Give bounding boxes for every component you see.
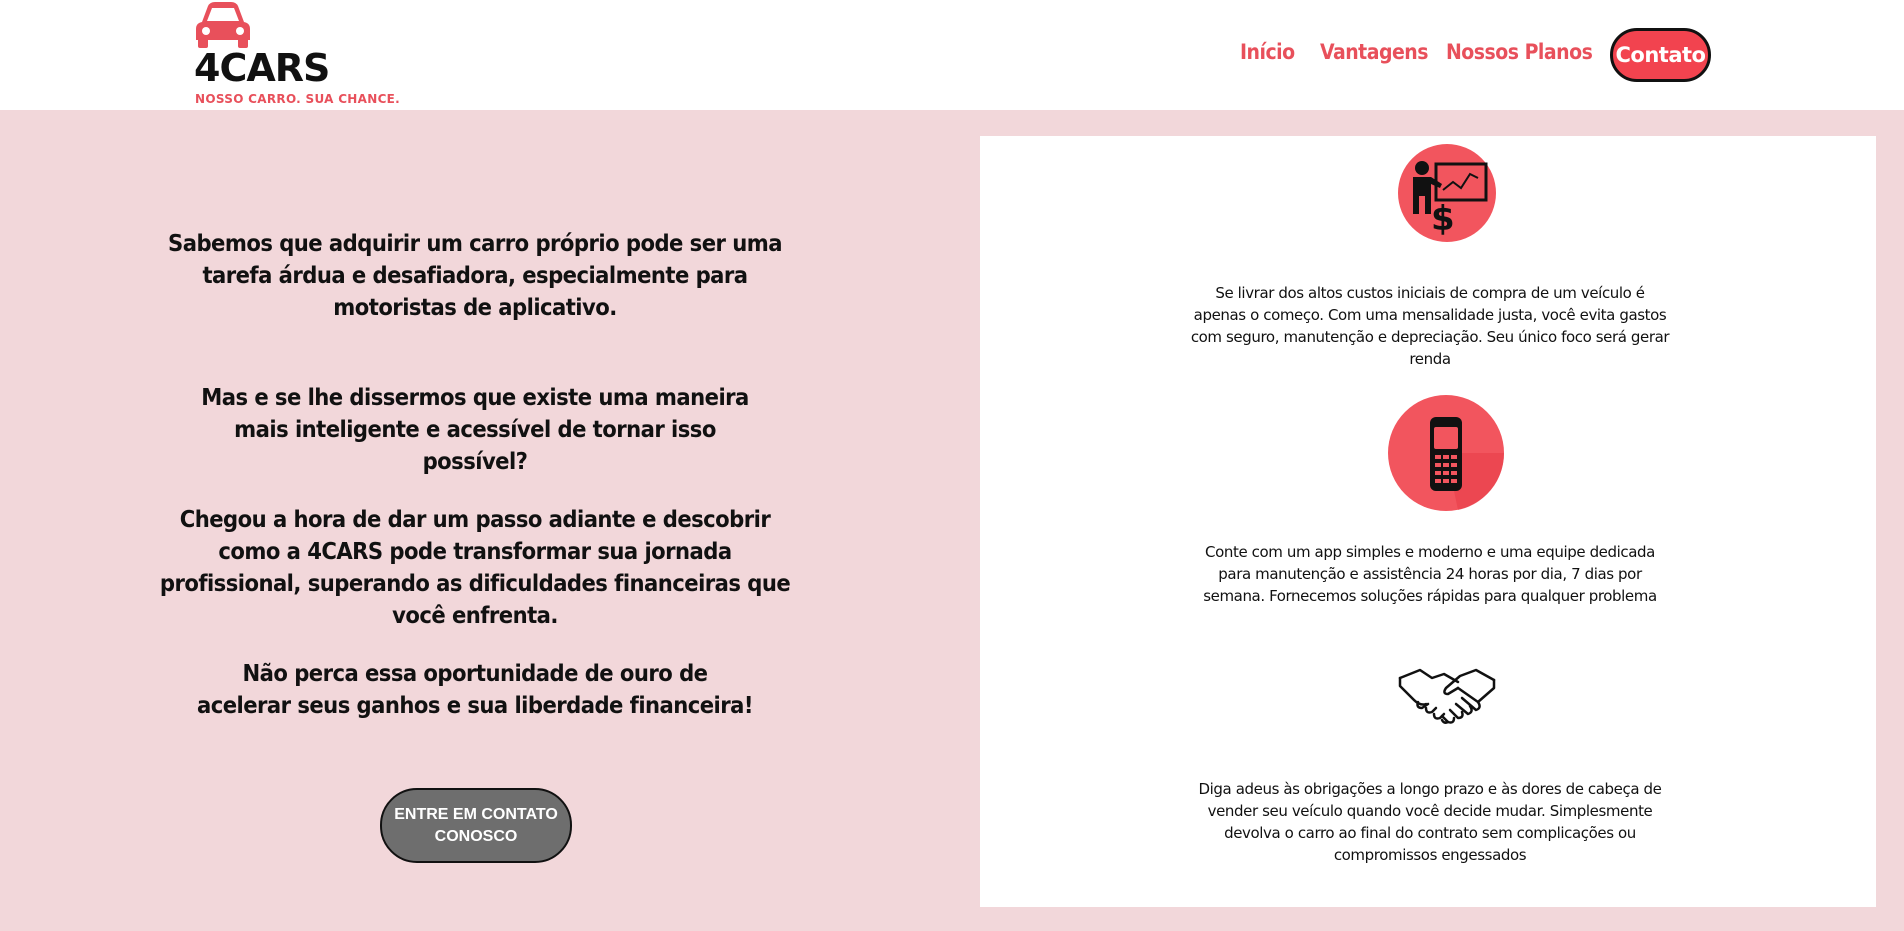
intro-paragraph-2: Mas e se lhe dissermos que existe uma ma… <box>201 385 749 475</box>
feature-text-1: Se livrar dos altos custos iniciais de c… <box>1190 284 1670 368</box>
car-icon <box>196 2 250 48</box>
feature-text-3: Diga adeus às obrigações a longo prazo e… <box>1198 780 1662 864</box>
nav-link-inicio[interactable]: Início <box>1240 40 1295 64</box>
contact-us-button[interactable]: ENTRE EM CONTATO CONOSCO <box>380 788 572 863</box>
presentation-money-icon: $ <box>1398 144 1496 242</box>
intro-paragraph-1: Sabemos que adquirir um carro próprio po… <box>168 231 782 321</box>
brand-logo[interactable]: 4CARS NOSSO CARRO. SUA CHANCE. <box>194 0 424 110</box>
features-card: $ Se livrar dos altos custos iniciais de… <box>980 136 1876 907</box>
feature-text-2: Conte com um app simples e moderno e uma… <box>1203 543 1657 605</box>
brand-name: 4CARS <box>194 46 330 90</box>
mobile-phone-icon <box>1388 395 1504 511</box>
contact-button[interactable]: Contato <box>1610 28 1711 82</box>
nav-link-vantagens[interactable]: Vantagens <box>1320 40 1429 64</box>
handshake-icon <box>1398 668 1496 724</box>
intro-paragraph-4: Não perca essa oportunidade de ouro de a… <box>197 661 754 719</box>
intro-paragraph-3: Chegou a hora de dar um passo adiante e … <box>159 507 791 629</box>
nav-link-nossos-planos[interactable]: Nossos Planos <box>1446 40 1593 64</box>
site-header: 4CARS NOSSO CARRO. SUA CHANCE. Início Va… <box>0 0 1904 110</box>
brand-tagline: NOSSO CARRO. SUA CHANCE. <box>195 92 401 106</box>
svg-text:$: $ <box>1431 199 1455 239</box>
